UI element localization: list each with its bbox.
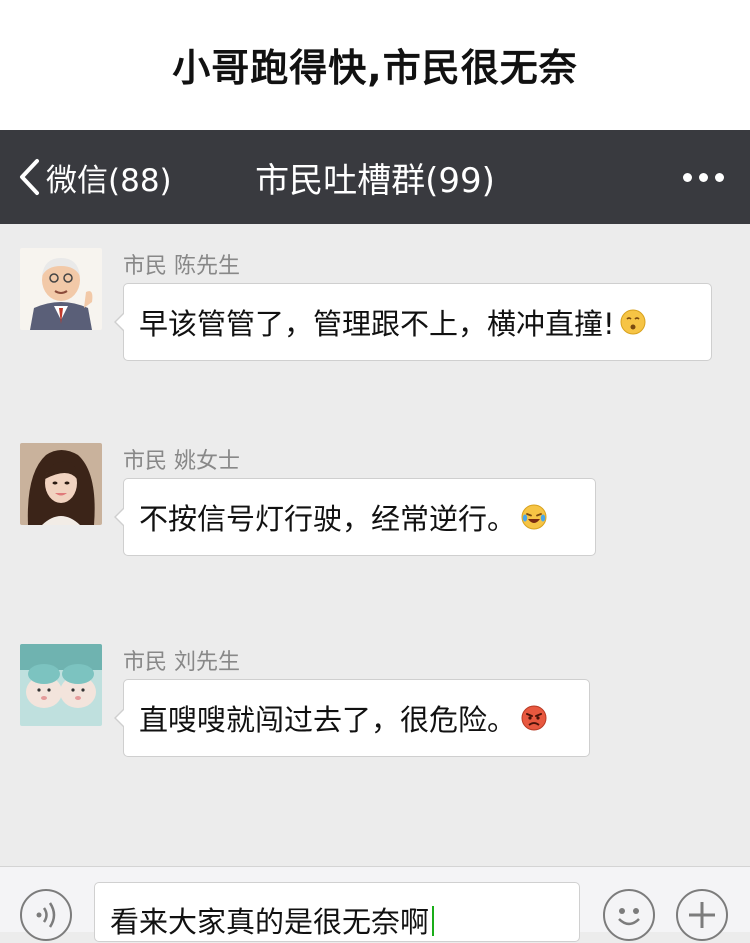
- sender-name: 市民 姚女士: [123, 449, 240, 474]
- tears-of-joy-emoji: [520, 503, 548, 531]
- smiley-icon[interactable]: [603, 889, 655, 941]
- message-bubble[interactable]: 早该管管了，管理跟不上，横冲直撞!: [114, 283, 712, 361]
- two-rats-photo-avatar[interactable]: [20, 644, 102, 726]
- more-dots-icon[interactable]: [683, 130, 724, 224]
- message-input-text: 看来大家真的是很无奈啊: [110, 905, 430, 939]
- cartoon-old-man-avatar[interactable]: [20, 248, 102, 330]
- chat-navbar: 微信(88) 市民吐槽群(99): [0, 130, 750, 224]
- young-woman-photo-avatar[interactable]: [20, 443, 102, 525]
- banner-title: 小哥跑得快,市民很无奈: [172, 45, 578, 90]
- input-bar: 看来大家真的是很无奈啊: [0, 866, 750, 942]
- message-bubble[interactable]: 直嗖嗖就闯过去了，很危险。: [114, 679, 590, 757]
- message-bubble[interactable]: 不按信号灯行驶，经常逆行。: [114, 478, 596, 556]
- voice-icon[interactable]: [20, 889, 72, 941]
- angry-face-emoji: [520, 704, 548, 732]
- message-text: 早该管管了，管理跟不上，横冲直撞!: [139, 307, 615, 341]
- dizzy-face-emoji: [619, 308, 647, 336]
- message-input[interactable]: 看来大家真的是很无奈啊: [94, 882, 580, 942]
- message-text: 不按信号灯行驶，经常逆行。: [139, 502, 517, 536]
- sender-name: 市民 刘先生: [123, 650, 240, 675]
- plus-icon[interactable]: [676, 889, 728, 941]
- chat-title: 市民吐槽群(99): [255, 160, 495, 201]
- message-list[interactable]: 市民 陈先生 早该管管了，管理跟不上，横冲直撞! 市民 姚女士 不按信号灯行驶，…: [0, 224, 750, 866]
- banner: 小哥跑得快,市民很无奈: [0, 0, 750, 130]
- message-text: 直嗖嗖就闯过去了，很危险。: [139, 703, 517, 737]
- text-caret: [432, 906, 435, 936]
- sender-name: 市民 陈先生: [123, 254, 240, 279]
